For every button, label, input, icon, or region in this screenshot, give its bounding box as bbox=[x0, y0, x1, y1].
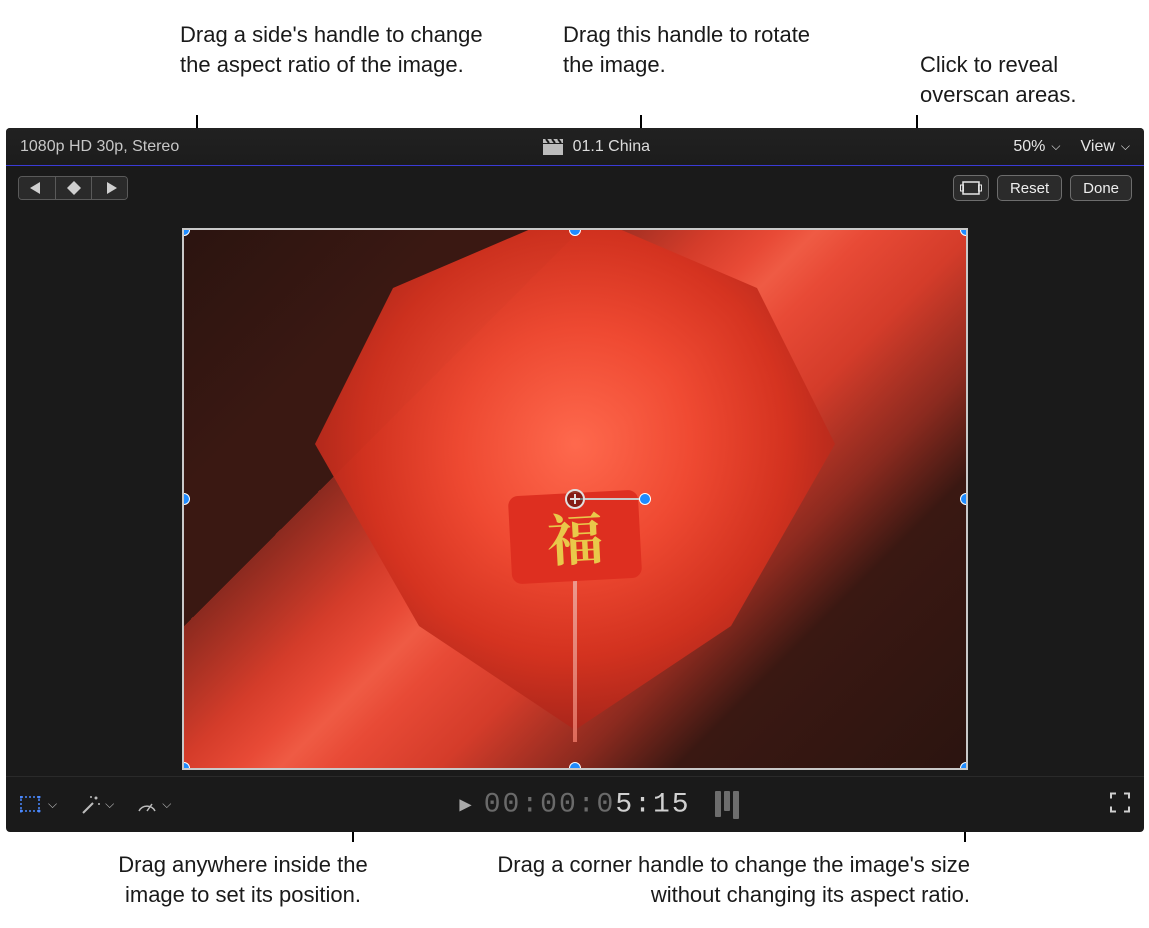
center-pivot[interactable] bbox=[565, 489, 585, 509]
enhance-wand-icon bbox=[79, 795, 101, 815]
timecode-bright: 5:15 bbox=[615, 789, 690, 820]
zoom-label: 50% bbox=[1013, 138, 1045, 156]
prev-keyframe-button[interactable] bbox=[19, 177, 55, 199]
audio-meter bbox=[715, 791, 739, 819]
side-handle-left[interactable] bbox=[184, 493, 190, 505]
done-button[interactable]: Done bbox=[1070, 175, 1132, 201]
clip-frame[interactable]: 福 bbox=[184, 230, 966, 768]
chevron-down-icon: ⌵ bbox=[1051, 139, 1060, 154]
chevron-down-icon: ⌵ bbox=[162, 797, 171, 812]
chevron-down-icon: ⌵ bbox=[1121, 139, 1130, 154]
corner-handle-bl[interactable] bbox=[184, 762, 190, 768]
clip-title: 01.1 China bbox=[573, 138, 650, 156]
callout-overscan: Click to reveal overscan areas. bbox=[920, 50, 1149, 109]
viewer-window: 1080p HD 30p, Stereo 01.1 China 50% ⌵ Vi… bbox=[6, 128, 1144, 832]
side-handle-bottom[interactable] bbox=[569, 762, 581, 768]
chevron-down-icon: ⌵ bbox=[105, 797, 114, 812]
view-label: View bbox=[1081, 138, 1115, 156]
retime-menu[interactable]: ⌵ bbox=[136, 795, 171, 815]
callout-inside: Drag anywhere inside the image to set it… bbox=[88, 850, 398, 909]
rotate-arm bbox=[575, 498, 645, 500]
keyframe-nav-group bbox=[18, 176, 128, 200]
fullscreen-button[interactable] bbox=[1110, 792, 1130, 817]
timecode-display: 00:00:05:15 bbox=[484, 789, 691, 820]
enhance-menu[interactable]: ⌵ bbox=[79, 795, 114, 815]
view-menu[interactable]: View ⌵ bbox=[1081, 138, 1131, 156]
zoom-menu[interactable]: 50% ⌵ bbox=[1013, 138, 1060, 156]
transform-icon bbox=[20, 796, 44, 814]
viewer-canvas: 福 bbox=[6, 210, 1144, 776]
clip-title-area: 01.1 China bbox=[189, 138, 1003, 156]
playhead-area: ▶ 00:00:05:15 bbox=[459, 789, 690, 820]
viewer-toolbar: Reset Done bbox=[6, 166, 1144, 210]
viewer-bottombar: ⌵ ⌵ ⌵ ▶ 00:00:05:15 bbox=[6, 776, 1144, 832]
chevron-down-icon: ⌵ bbox=[48, 797, 57, 812]
overscan-toggle-button[interactable] bbox=[953, 175, 989, 201]
rotate-handle[interactable] bbox=[639, 493, 651, 505]
corner-handle-tl[interactable] bbox=[184, 230, 190, 236]
overscan-icon bbox=[960, 180, 982, 196]
side-handle-right[interactable] bbox=[960, 493, 966, 505]
retime-gauge-icon bbox=[136, 795, 158, 815]
corner-handle-br[interactable] bbox=[960, 762, 966, 768]
transform-tool-menu[interactable]: ⌵ bbox=[20, 796, 57, 814]
next-keyframe-button[interactable] bbox=[91, 177, 127, 199]
play-button[interactable]: ▶ bbox=[459, 795, 471, 815]
timecode-dim: 00:00:0 bbox=[484, 789, 616, 820]
add-keyframe-button[interactable] bbox=[55, 177, 91, 199]
format-spec: 1080p HD 30p, Stereo bbox=[20, 138, 179, 156]
fullscreen-icon bbox=[1110, 792, 1130, 812]
callout-side-handle: Drag a side's handle to change the aspec… bbox=[180, 20, 510, 79]
corner-handle-tr[interactable] bbox=[960, 230, 966, 236]
callout-corner: Drag a corner handle to change the image… bbox=[460, 850, 970, 909]
reset-button[interactable]: Reset bbox=[997, 175, 1062, 201]
clapper-icon bbox=[543, 139, 563, 155]
callout-rotate-handle: Drag this handle to rotate the image. bbox=[563, 20, 813, 79]
viewer-topbar: 1080p HD 30p, Stereo 01.1 China 50% ⌵ Vi… bbox=[6, 128, 1144, 166]
